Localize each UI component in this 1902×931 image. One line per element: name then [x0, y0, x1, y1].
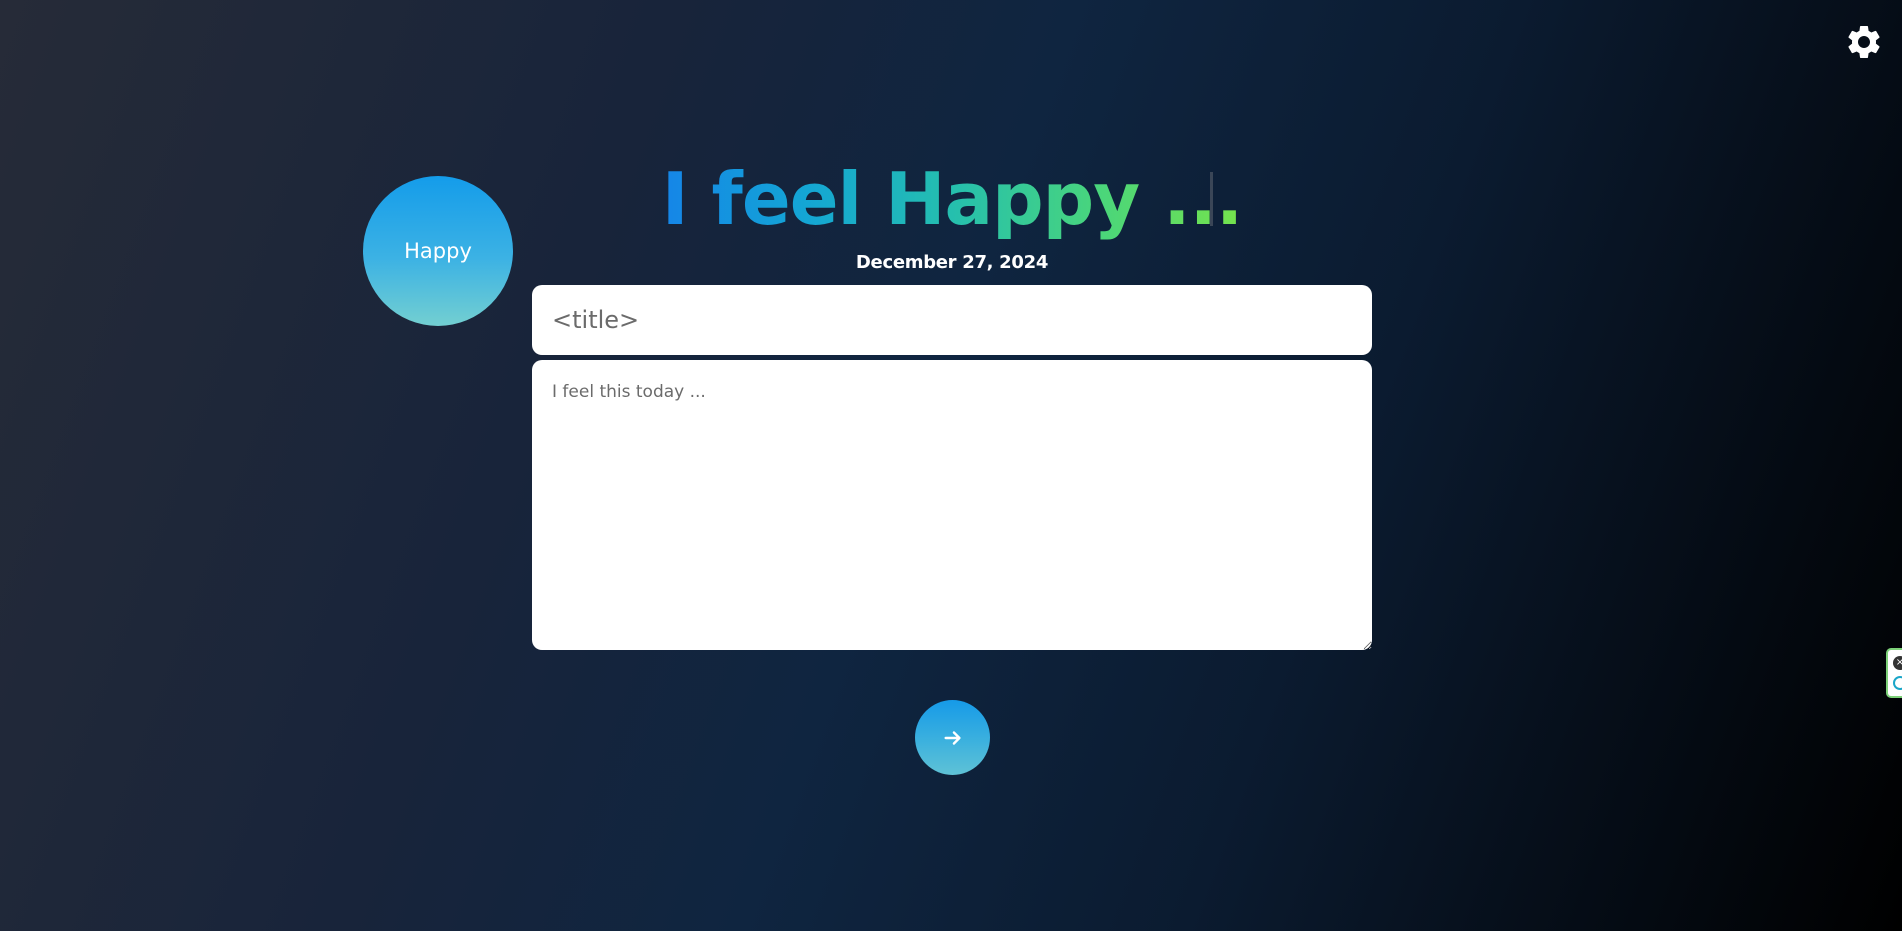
entry-textarea[interactable]: [532, 360, 1372, 650]
settings-button[interactable]: [1844, 22, 1884, 62]
text-caret: [1210, 172, 1213, 226]
mood-label: Happy: [404, 239, 472, 263]
gear-icon: [1848, 25, 1880, 58]
submit-button[interactable]: [915, 700, 990, 775]
extension-logo-icon: [1893, 676, 1902, 690]
mood-circle[interactable]: Happy: [363, 176, 513, 326]
headline: I feel Happy ...: [662, 150, 1244, 248]
close-icon[interactable]: ×: [1893, 656, 1902, 670]
entry-date: December 27, 2024: [855, 252, 1049, 273]
headline-container: I feel Happy ...: [532, 150, 1372, 248]
extension-widget[interactable]: ×: [1886, 648, 1902, 698]
title-input[interactable]: [532, 285, 1372, 355]
arrow-right-icon: [943, 730, 961, 745]
